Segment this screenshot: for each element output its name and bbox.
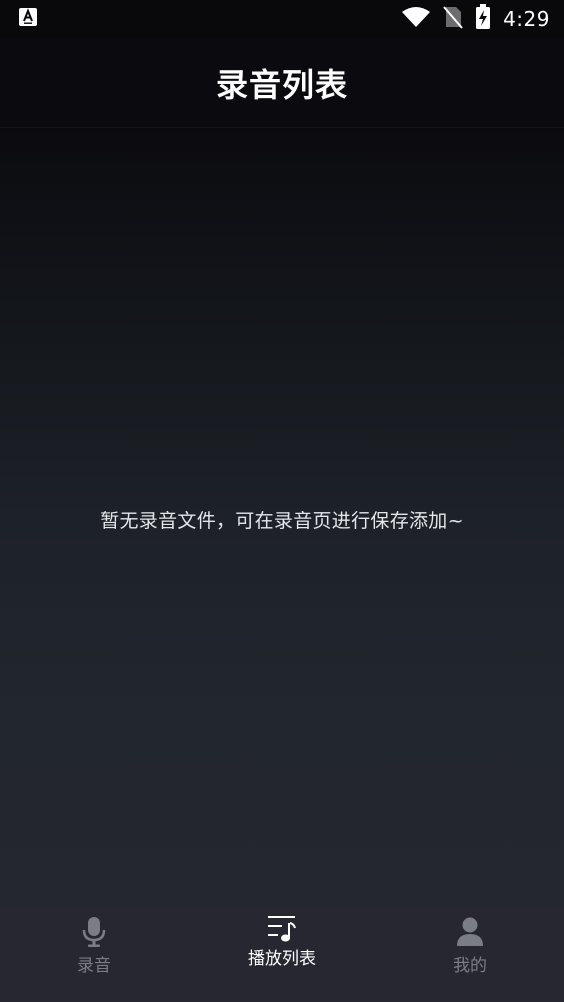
nav-label-mine: 我的 [453,956,487,976]
status-left [18,7,38,31]
app-header: 录音列表 [0,38,564,128]
status-right: 4:29 [401,4,550,34]
wifi-icon [401,6,431,32]
screen: 4:29 录音列表 暂无录音文件，可在录音页进行保存添加~ 录音 播放列表 我的 [0,0,564,1002]
microphone-icon [78,916,110,948]
status-bar: 4:29 [0,0,564,38]
nav-item-mine[interactable]: 我的 [376,906,564,1002]
a-keyboard-icon [18,7,38,31]
bottom-nav: 录音 播放列表 我的 [0,906,564,1002]
nav-item-playlist[interactable]: 播放列表 [188,906,376,1002]
empty-state-message: 暂无录音文件，可在录音页进行保存添加~ [100,510,464,532]
nav-item-record[interactable]: 录音 [0,906,188,1002]
playlist-music-icon [266,912,298,944]
person-icon [454,916,486,948]
status-time: 4:29 [503,7,550,31]
battery-charging-icon [475,4,491,34]
nav-label-playlist: 播放列表 [248,949,316,969]
no-sim-icon [443,5,463,33]
nav-label-record: 录音 [77,956,111,976]
page-title: 录音列表 [215,65,348,104]
